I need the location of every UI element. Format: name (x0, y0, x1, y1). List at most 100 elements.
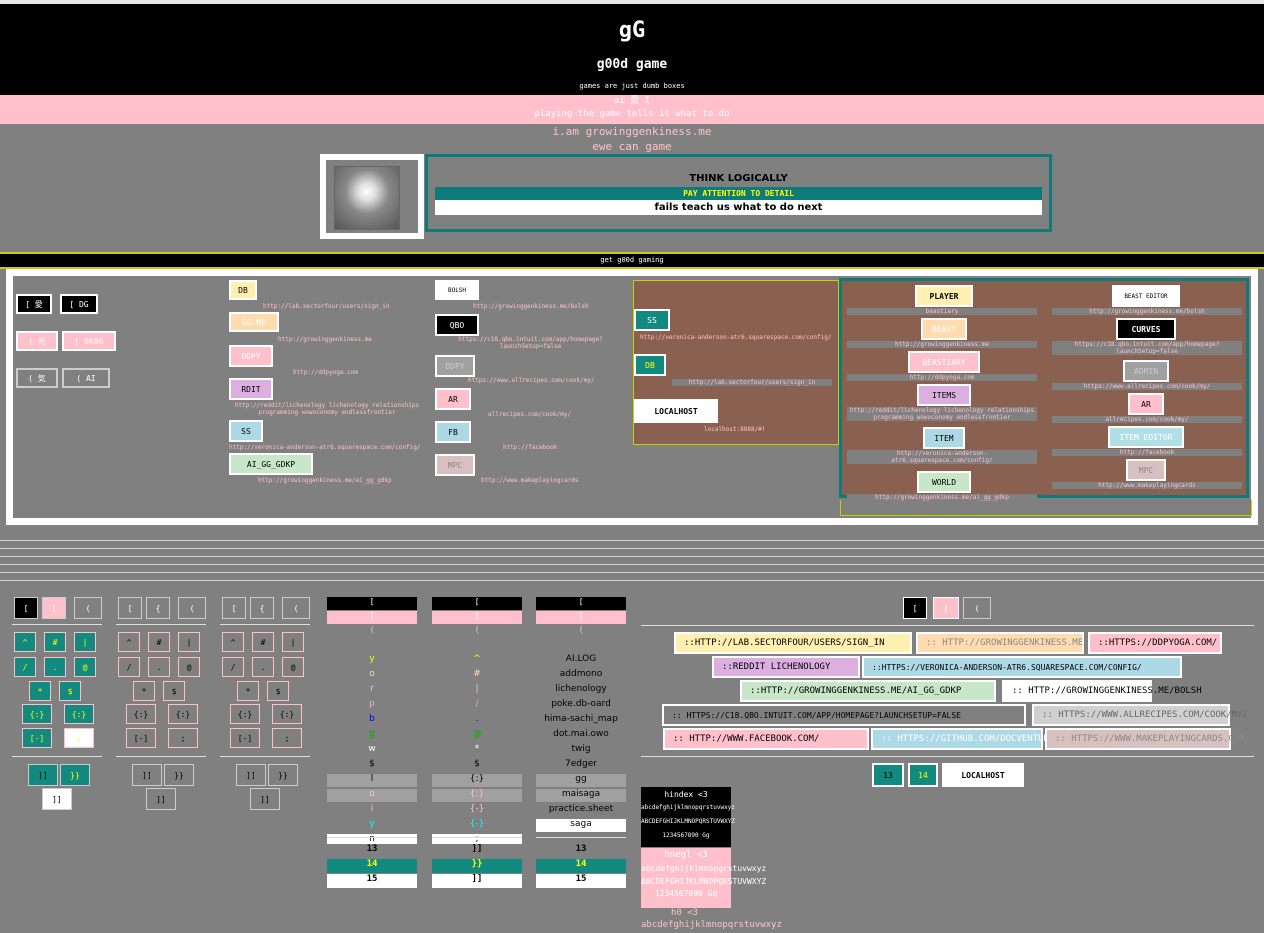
link-beast-editor[interactable]: BEAST EDITOR (1112, 285, 1180, 307)
kbd-key[interactable]: ^ (222, 632, 244, 652)
link-ddpy[interactable]: DDPY (229, 345, 273, 367)
btn-localhost[interactable]: LOCALHOST (942, 763, 1024, 787)
link-ddpy-2[interactable]: DDPY (435, 355, 475, 377)
kbd-key[interactable]: $ (163, 681, 185, 701)
link-mpc[interactable]: MPC (435, 454, 475, 476)
link-world[interactable]: WORLD (917, 471, 971, 493)
url[interactable]: https://c18.qbo.intuit.com/app/homepage?… (458, 336, 603, 350)
link-pill[interactable]: ::HTTP://LAB.SECTORFOUR/USERS/SIGN_IN (674, 632, 912, 654)
url[interactable]: http://growinggenkiness.me (278, 336, 372, 343)
url[interactable]: https://www.allrecipes.com/cook/my/ (1052, 383, 1242, 390)
kbd-bottom-key[interactable]: ]] (236, 764, 266, 786)
kbd-key[interactable]: ^ (118, 632, 140, 652)
link-bolsh[interactable]: BOLSH (435, 280, 479, 300)
left-btn-5[interactable]: ( 気 (16, 368, 58, 388)
link-pill[interactable]: ::HTTP://GROWINGGENKINESS.ME/AI_GG_GDKP (740, 680, 996, 702)
fontcol-foot[interactable]: 13 (536, 844, 626, 858)
url[interactable]: http://growinggenkiness.me/bolsh (1052, 308, 1242, 315)
link-qbo[interactable]: QBO (435, 314, 479, 336)
kbd-tab[interactable]: ( (178, 597, 206, 619)
fontcol-foot[interactable]: }} (432, 859, 522, 873)
url[interactable]: http://ddpyoga.com (847, 374, 1037, 381)
fontcol-head[interactable]: [ (327, 597, 417, 610)
link-beastiary[interactable]: BEASTIARY (908, 351, 980, 373)
link-pill[interactable]: :: HTTP://GROWINGGENKINESS.ME/BOLSH (1002, 680, 1202, 702)
link-db-2[interactable]: DB (634, 354, 666, 376)
url[interactable]: http://reddit/lichenology lichenology re… (232, 402, 422, 416)
url[interactable]: http://facebook (1052, 449, 1242, 456)
link-pill[interactable]: ::HTTPS://DDPYOGA.COM/ (1088, 632, 1222, 654)
fontcol-foot[interactable]: 15 (536, 874, 626, 888)
url[interactable]: http://reddit/lichenology lichenology re… (847, 407, 1037, 421)
kbd-tab[interactable]: ( (282, 597, 310, 619)
fontcol-head[interactable]: ( (327, 625, 417, 638)
kbd-key[interactable]: [-] (126, 728, 156, 748)
fontcol-head[interactable]: [ (536, 597, 626, 610)
kbd-key[interactable]: @ (74, 657, 96, 677)
btn-14[interactable]: 14 (908, 763, 938, 787)
url[interactable]: http://growinggenkiness.me/ai_gg_gdkp (847, 494, 1037, 501)
kbd-tab[interactable]: [ (42, 597, 66, 619)
link-db[interactable]: DB (229, 280, 257, 300)
link-player[interactable]: PLAYER (915, 285, 973, 307)
kbd-key[interactable]: {:} (168, 704, 198, 724)
kbd-key[interactable]: $ (267, 681, 289, 701)
fontcol-head[interactable]: [ (432, 597, 522, 610)
kbd-key[interactable]: [-] (22, 728, 52, 748)
link-item-editor[interactable]: ITEM EDITOR (1108, 426, 1184, 448)
fontcol-head[interactable]: [ (536, 611, 626, 624)
kbd-tab[interactable]: ( (74, 597, 102, 619)
fontcol-head[interactable]: [ (327, 611, 417, 624)
kbd-key[interactable]: {:} (64, 704, 94, 724)
kbd-key[interactable]: | (282, 632, 304, 652)
kbd-key[interactable]: ; (272, 728, 302, 748)
link-admin[interactable]: ADMIN (1123, 360, 1169, 382)
link-pill[interactable]: :: HTTP://GROWINGGENKINESS.ME (916, 632, 1084, 654)
link-beast[interactable]: BEAST (921, 318, 967, 340)
link-fb[interactable]: FB (435, 421, 471, 443)
kbd-key[interactable]: # (252, 632, 274, 652)
kbd-key[interactable]: * (29, 681, 51, 701)
link-localhost[interactable]: LOCALHOST (634, 399, 718, 423)
kbd-bottom-key[interactable]: ]] (132, 764, 162, 786)
left-btn-6[interactable]: ( AI (62, 368, 110, 388)
left-btn-3[interactable]: ( 元 (16, 331, 58, 351)
link-item[interactable]: ITEM (923, 427, 965, 449)
link-ss[interactable]: SS (229, 420, 263, 442)
kbd-key[interactable]: @ (178, 657, 200, 677)
kbd-key[interactable]: {:} (272, 704, 302, 724)
link-pill[interactable]: :: HTTPS://GITHUB.COM/DOCVENTUR (871, 728, 1049, 750)
kbd-key[interactable]: # (148, 632, 170, 652)
link-curves[interactable]: CURVES (1116, 318, 1176, 340)
kbd-key[interactable]: . (148, 657, 170, 677)
fontcol-foot[interactable]: 15 (327, 874, 417, 888)
url[interactable]: https://c18.qbo.intuit.com/app/homepage?… (1052, 341, 1242, 355)
url[interactable]: http://growinggenkiness.me/bolsh (473, 303, 589, 310)
tab-2[interactable]: [ (933, 597, 959, 619)
kbd-key[interactable]: [-] (230, 728, 260, 748)
url[interactable]: http://veronica-anderson-atr6.squarespac… (847, 450, 1037, 464)
link-pill[interactable]: :: HTTPS://C18.QBO.INTUIT.COM/APP/HOMEPA… (662, 704, 1026, 726)
fontcol-foot[interactable]: ]] (432, 844, 522, 858)
left-btn-4[interactable]: [ 0K06 (62, 331, 116, 351)
kbd-tab[interactable]: { (146, 597, 170, 619)
url[interactable]: http://veronica-anderson-atr6.squarespac… (229, 444, 420, 451)
url[interactable]: http://lab.sectorfour/users/sign_in (672, 379, 832, 386)
kbd-key[interactable]: ; (64, 728, 94, 748)
link-pill[interactable]: ::REDDIT LICHENOLOGY (712, 656, 860, 678)
kbd-bottom-key[interactable]: }} (60, 764, 90, 786)
kbd-bottom-key[interactable]: }} (164, 764, 194, 786)
url[interactable]: http://ddpyoga.com (293, 369, 358, 376)
link-ggme[interactable]: GG.ME (229, 312, 279, 332)
url[interactable]: beastiary (847, 308, 1037, 315)
url[interactable]: https://www.allrecipes.com/cook/my/ (468, 377, 594, 384)
fontcol-foot[interactable]: 14 (327, 859, 417, 873)
url[interactable]: http://facebook (503, 444, 557, 451)
tab-3[interactable]: ( (963, 597, 991, 619)
url[interactable]: allrecipes.com/cook/my/ (488, 411, 571, 418)
kbd-bottom-key[interactable]: ]] (42, 788, 72, 810)
kbd-key[interactable]: $ (59, 681, 81, 701)
left-btn-1[interactable]: [ 愛 (16, 294, 52, 314)
link-pill[interactable]: :: HTTPS://WWW.ALLRECIPES.COM/COOK/MY/ (1032, 704, 1248, 726)
kbd-key[interactable]: {:} (126, 704, 156, 724)
